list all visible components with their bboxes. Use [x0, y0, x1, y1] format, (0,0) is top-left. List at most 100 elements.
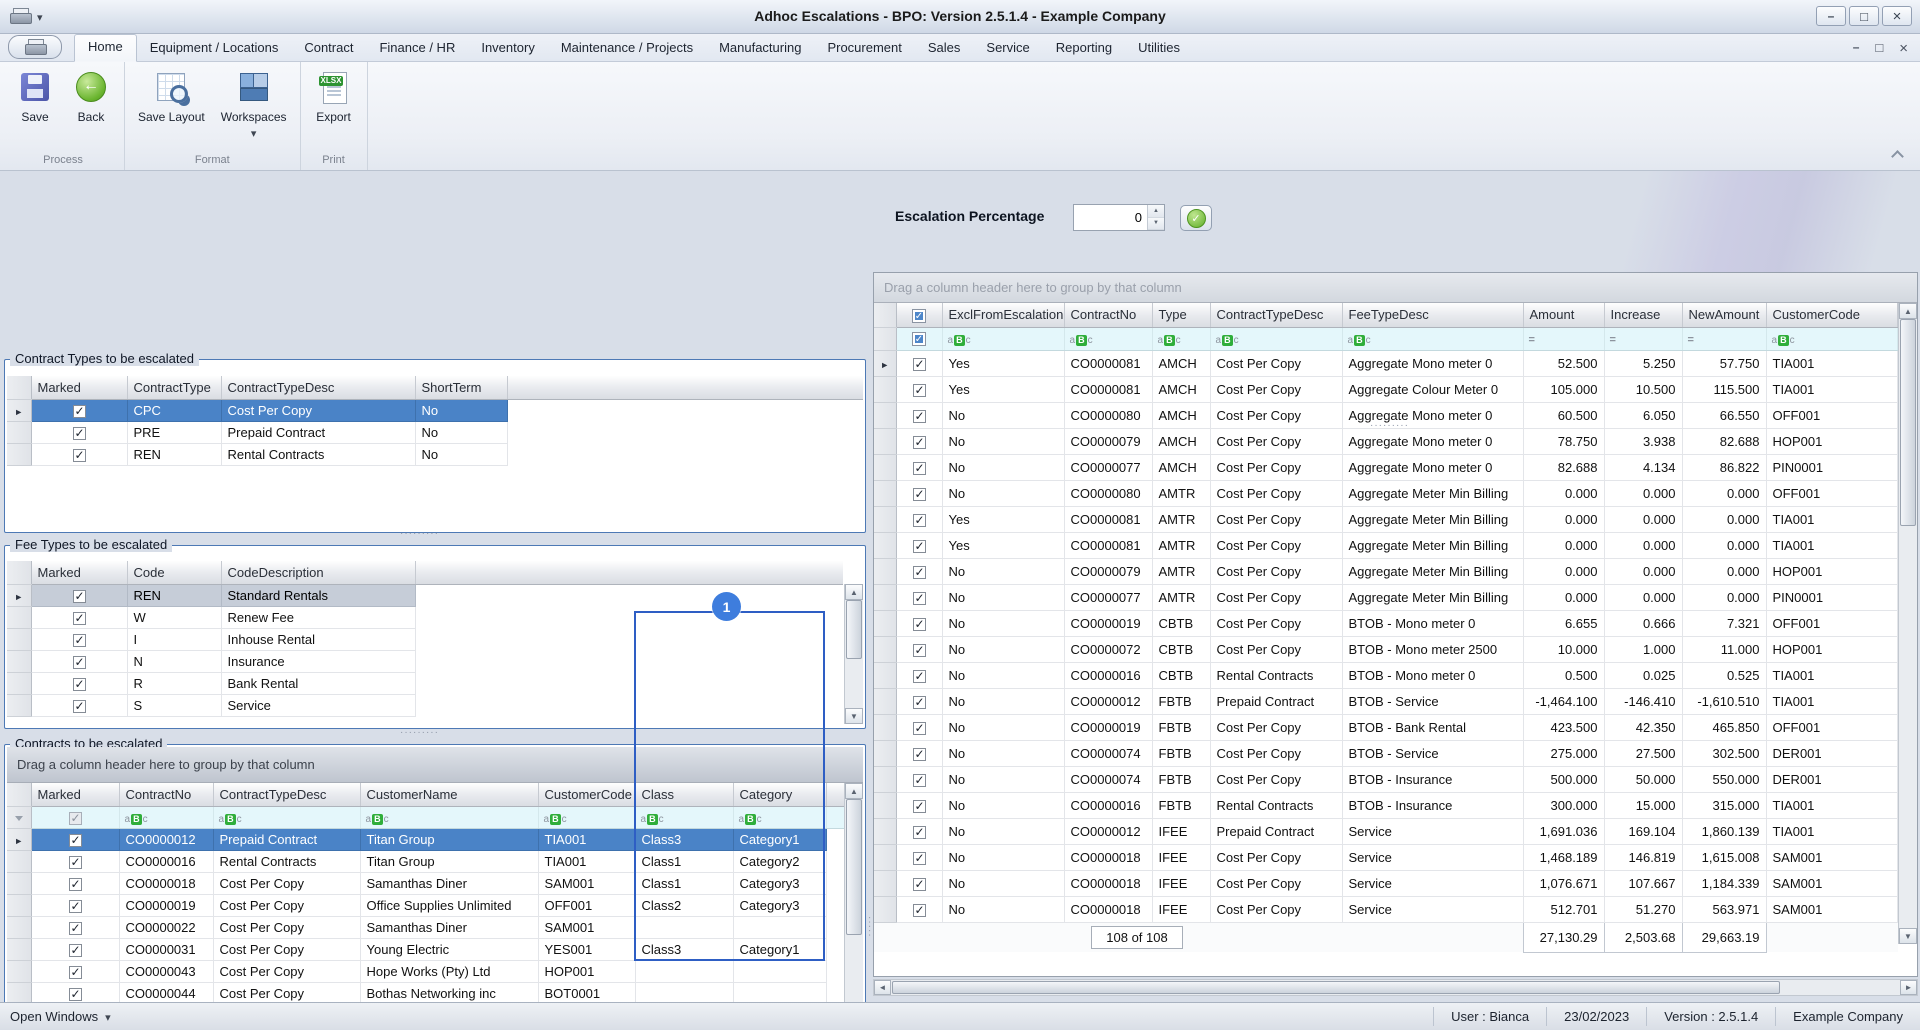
- grid-cell[interactable]: 1,691.036: [1523, 818, 1605, 845]
- grid-cell[interactable]: FBTB: [1152, 688, 1211, 715]
- splitter-handle[interactable]: [1370, 423, 1409, 429]
- grid-cell[interactable]: 1.000: [1604, 636, 1683, 663]
- table-row[interactable]: CO0000019Cost Per CopyOffice Supplies Un…: [7, 894, 844, 917]
- horizontal-scrollbar[interactable]: [873, 979, 1918, 996]
- table-row[interactable]: CPCCost Per CopyNo: [7, 399, 863, 422]
- table-row[interactable]: NoCO0000077AMTRCost Per CopyAggregate Me…: [874, 584, 1898, 611]
- filter-cell[interactable]: aBc: [635, 806, 734, 829]
- grid-cell[interactable]: FBTB: [1152, 766, 1211, 793]
- grid-cell[interactable]: YES001: [538, 938, 636, 961]
- grid-cell[interactable]: Service: [221, 694, 416, 717]
- row-checkbox-cell[interactable]: [896, 454, 943, 481]
- table-row[interactable]: NoCO0000012FBTBPrepaid ContractBTOB - Se…: [874, 688, 1898, 715]
- grid-cell[interactable]: CO0000019: [1064, 610, 1153, 637]
- filter-cell[interactable]: [896, 327, 943, 351]
- grid-cell[interactable]: BTOB - Mono meter 0: [1342, 662, 1524, 689]
- grid-cell[interactable]: No: [942, 402, 1065, 429]
- grid-cell[interactable]: 3.938: [1604, 428, 1683, 455]
- column-header-contracttype[interactable]: ContractType: [127, 376, 222, 400]
- grid-cell[interactable]: 10.500: [1604, 376, 1683, 403]
- checkbox-checked-icon[interactable]: [912, 773, 926, 787]
- scrollbar-track[interactable]: [845, 799, 863, 1030]
- grid-cell[interactable]: Titan Group: [360, 828, 539, 851]
- grid-cell[interactable]: 0.000: [1604, 480, 1683, 507]
- tab-sales[interactable]: Sales: [915, 36, 974, 61]
- grid-cell[interactable]: No: [942, 558, 1065, 585]
- grid-cell[interactable]: 7.321: [1682, 610, 1767, 637]
- grid-cell[interactable]: AMTR: [1152, 584, 1211, 611]
- grid-cell[interactable]: AMCH: [1152, 402, 1211, 429]
- checkbox-checked-icon[interactable]: [912, 513, 926, 527]
- grid-cell[interactable]: CO0000022: [119, 916, 214, 939]
- grid-cell[interactable]: BTOB - Insurance: [1342, 792, 1524, 819]
- grid-cell[interactable]: Cost Per Copy: [213, 872, 361, 895]
- save-layout-button[interactable]: Save Layout: [130, 65, 213, 126]
- grid-cell[interactable]: Class1: [635, 872, 734, 895]
- tab-utilities[interactable]: Utilities: [1125, 36, 1193, 61]
- spin-down-icon[interactable]: [1148, 217, 1164, 230]
- column-header-customername[interactable]: CustomerName: [360, 783, 539, 807]
- row-checkbox-cell[interactable]: [896, 844, 943, 871]
- row-checkbox-cell[interactable]: [896, 740, 943, 767]
- grid-cell[interactable]: AMCH: [1152, 376, 1211, 403]
- row-checkbox-cell[interactable]: [31, 982, 120, 1005]
- grid-cell[interactable]: [635, 960, 734, 983]
- grid-cell[interactable]: No: [415, 421, 508, 444]
- row-checkbox-cell[interactable]: [896, 792, 943, 819]
- filter-cell[interactable]: aBc: [360, 806, 539, 829]
- grid-cell[interactable]: 0.525: [1682, 662, 1767, 689]
- grid-cell[interactable]: TIA001: [1766, 350, 1898, 377]
- grid-cell[interactable]: Cost Per Copy: [1210, 870, 1343, 897]
- grid-cell[interactable]: -1,464.100: [1523, 688, 1605, 715]
- checkbox-checked-icon[interactable]: [912, 357, 926, 371]
- checkbox-checked-icon[interactable]: [72, 611, 86, 625]
- grid-cell[interactable]: AMCH: [1152, 428, 1211, 455]
- grid-cell[interactable]: CO0000081: [1064, 532, 1153, 559]
- grid-cell[interactable]: Service: [1342, 870, 1524, 897]
- checkbox-checked-icon[interactable]: [68, 987, 82, 1001]
- table-row[interactable]: NoCO0000018IFEECost Per CopyService512.7…: [874, 896, 1898, 923]
- filter-cell[interactable]: aBc: [119, 806, 214, 829]
- grid-cell[interactable]: Cost Per Copy: [1210, 376, 1343, 403]
- grid-cell[interactable]: Office Supplies Unlimited: [360, 894, 539, 917]
- checkbox-checked-icon[interactable]: [68, 921, 82, 935]
- grid-cell[interactable]: I: [127, 628, 222, 651]
- column-header-contractno[interactable]: ContractNo: [1064, 303, 1153, 328]
- mdi-restore-button[interactable]: [1875, 40, 1883, 57]
- grid-cell[interactable]: Aggregate Meter Min Billing: [1342, 584, 1524, 611]
- back-button[interactable]: Back: [63, 65, 119, 126]
- grid-cell[interactable]: DER001: [1766, 766, 1898, 793]
- grid-cell[interactable]: 1,860.139: [1682, 818, 1767, 845]
- scroll-left-icon[interactable]: [874, 980, 891, 995]
- grid-cell[interactable]: Cost Per Copy: [1210, 636, 1343, 663]
- row-checkbox-cell[interactable]: [31, 421, 128, 444]
- application-menu-button[interactable]: [8, 35, 62, 59]
- table-row[interactable]: CO0000043Cost Per CopyHope Works (Pty) L…: [7, 960, 844, 983]
- table-row[interactable]: NoCO0000079AMTRCost Per CopyAggregate Me…: [874, 558, 1898, 585]
- grid-cell[interactable]: No: [942, 870, 1065, 897]
- grid-cell[interactable]: CO0000072: [1064, 636, 1153, 663]
- checkbox-checked-icon[interactable]: [912, 799, 926, 813]
- checkbox-checked-icon[interactable]: [912, 617, 926, 631]
- scrollbar-track[interactable]: [845, 600, 863, 708]
- grid-cell[interactable]: CO0000074: [1064, 766, 1153, 793]
- grid-cell[interactable]: 115.500: [1682, 376, 1767, 403]
- grid-cell[interactable]: 0.000: [1604, 558, 1683, 585]
- grid-cell[interactable]: Cost Per Copy: [213, 960, 361, 983]
- grid-cell[interactable]: Class3: [635, 828, 734, 851]
- grid-cell[interactable]: CO0000018: [1064, 844, 1153, 871]
- grid-cell[interactable]: 465.850: [1682, 714, 1767, 741]
- grid-cell[interactable]: Aggregate Meter Min Billing: [1342, 558, 1524, 585]
- filter-cell[interactable]: aBc: [1342, 327, 1524, 351]
- grid-cell[interactable]: No: [942, 714, 1065, 741]
- grid-cell[interactable]: 0.500: [1523, 662, 1605, 689]
- filter-cell[interactable]: =: [1523, 327, 1605, 351]
- column-header-contractno[interactable]: ContractNo: [119, 783, 214, 807]
- checkbox-checked-icon[interactable]: [912, 851, 926, 865]
- grid-cell[interactable]: CBTB: [1152, 610, 1211, 637]
- grid-cell[interactable]: Yes: [942, 350, 1065, 377]
- grid-cell[interactable]: Renew Fee: [221, 606, 416, 629]
- grid-cell[interactable]: Prepaid Contract: [1210, 688, 1343, 715]
- grid-cell[interactable]: AMCH: [1152, 350, 1211, 377]
- grid-cell[interactable]: 86.822: [1682, 454, 1767, 481]
